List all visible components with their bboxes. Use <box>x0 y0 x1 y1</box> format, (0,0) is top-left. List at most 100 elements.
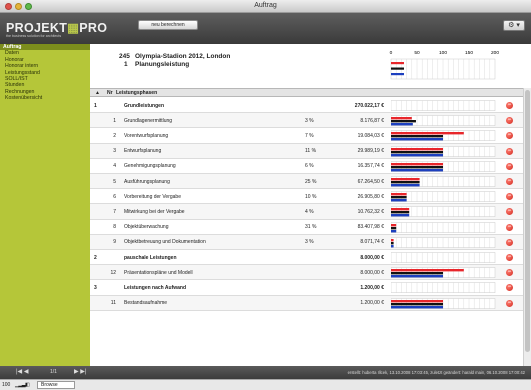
last-record-button[interactable]: ▶ ▶| <box>74 368 86 375</box>
bar-rechnungsanteil <box>391 269 464 272</box>
table-group-row[interactable]: 2 pauschale Leistungen 8.000,00 € − <box>90 250 523 266</box>
row-number: 9 <box>113 239 116 246</box>
delete-row-icon[interactable]: − <box>506 132 513 140</box>
app-logo: PROJEKT▦PRO <box>6 20 107 35</box>
column-header-nr[interactable]: Nr <box>107 90 113 96</box>
bar-leistungsanteil <box>391 229 397 232</box>
bar-rechnungsanteil <box>391 223 397 226</box>
table-header: ▲ Nr Leistungsphasen <box>90 88 531 97</box>
table-group-row[interactable]: 3 Leistungen nach Aufwand 1.200,00 € − <box>90 280 523 296</box>
table-row[interactable]: 4 Genehmigungsplanung 6 % 16.357,74 € − <box>90 159 523 174</box>
column-header-leistungsphasen[interactable]: Leistungsphasen <box>116 90 157 96</box>
row-progress-bars <box>391 191 496 203</box>
row-number: 12 <box>110 269 116 276</box>
bar-kostenanteil <box>391 302 443 305</box>
recalculate-button[interactable]: neu berechnen <box>138 20 198 30</box>
delete-row-icon[interactable]: − <box>506 208 513 216</box>
row-percentage: 3 % <box>305 117 314 124</box>
mode-selector[interactable]: Browse <box>37 381 75 389</box>
project-number: 245 <box>119 53 130 60</box>
table-group-row[interactable]: 1 Grundleistungen 270.022,17 € − <box>90 98 523 114</box>
record-navbar: |◀ ◀ 1/1 ▶ ▶| erstellt: huberta Illcek, … <box>0 366 531 379</box>
delete-row-icon[interactable]: − <box>506 284 513 292</box>
bar-leistungsanteil <box>391 123 413 126</box>
row-amount: 8.176,87 € <box>360 117 384 124</box>
row-progress-bars <box>391 237 496 248</box>
table-row[interactable]: 8 Objektüberwachung 31 % 83.407,98 € − <box>90 220 523 235</box>
first-record-button[interactable]: |◀ ◀ <box>16 368 28 375</box>
row-phase-name: Grundlagenermittlung <box>124 117 173 124</box>
scale-tick-label: 0 <box>390 50 393 56</box>
gear-menu-button[interactable]: ⚙ ▾ <box>503 20 525 31</box>
row-phase-name: Vorbereitung der Vergabe <box>124 193 181 200</box>
row-amount: 16.357,74 € <box>357 163 384 170</box>
table-row[interactable]: 11 Bestandsaufnahme 1.200,00 € − <box>90 295 523 311</box>
bar-leistungsanteil <box>391 244 394 248</box>
delete-row-icon[interactable]: − <box>506 193 513 201</box>
zoom-bar: 100 ▁▂▃◧ Browse <box>0 379 531 390</box>
row-number: 8 <box>113 224 116 231</box>
zoom-controls-icon[interactable]: ▁▂▃◧ <box>15 382 30 388</box>
bar-leistungsanteil <box>391 305 443 308</box>
delete-row-icon[interactable]: − <box>506 178 513 186</box>
legend-bar-leistung <box>391 73 404 76</box>
row-amount: 83.407,98 € <box>357 224 384 231</box>
row-progress-bars <box>391 206 496 218</box>
table-row[interactable]: 3 Entwurfsplanung 11 % 29.989,19 € − <box>90 143 523 159</box>
record-counter: 1/1 <box>50 369 57 375</box>
delete-row-icon[interactable]: − <box>506 269 513 277</box>
row-group-number: 1 <box>94 102 97 109</box>
zoom-level[interactable]: 100 <box>2 382 10 388</box>
vertical-scrollbar[interactable] <box>523 88 531 366</box>
scroll-thumb[interactable] <box>525 90 530 352</box>
row-progress-bars <box>391 221 496 233</box>
table-row[interactable]: 12 Präsentationspläne und Modell 8.000,00 … <box>90 265 523 281</box>
row-number: 7 <box>113 208 116 215</box>
row-percentage: 3 % <box>305 239 314 246</box>
scale-tick-label: 50 <box>414 50 420 56</box>
brand-bar: PROJEKT▦PRO the business solution for ar… <box>0 13 531 44</box>
table-row[interactable]: 1 Grundlagenermittlung 3 % 8.176,87 € − <box>90 113 523 129</box>
main-content: 245 Olympia-Stadion 2012, London 1 Planu… <box>90 44 531 366</box>
delete-row-icon[interactable]: − <box>506 162 513 170</box>
delete-row-icon[interactable]: − <box>506 117 513 125</box>
bar-kostenanteil <box>391 196 407 199</box>
table-row[interactable]: 7 Mitwirkung bei der Vergabe 4 % 10.762,32 … <box>90 204 523 220</box>
bar-rechnungsanteil <box>391 178 420 181</box>
bar-kostenanteil <box>391 165 443 169</box>
row-number: 3 <box>113 148 116 155</box>
bar-leistungsanteil <box>391 184 420 187</box>
row-amount: 26.905,80 € <box>357 193 384 200</box>
bar-rechnungsanteil <box>391 117 412 120</box>
row-progress-bars <box>391 176 496 187</box>
bar-kostenanteil <box>391 241 394 245</box>
table-row[interactable]: 5 Ausführungsplanung 25 % 67.264,50 € − <box>90 174 523 190</box>
row-phase-name: Vorentwurfsplanung <box>124 132 169 139</box>
delete-row-icon[interactable]: − <box>506 147 513 155</box>
legend-scale: 0 50 100 150 200 <box>390 50 499 80</box>
sidebar-item-kostenübersicht[interactable]: Kostenübersicht <box>0 95 90 101</box>
sort-arrow-icon[interactable]: ▲ <box>95 90 100 96</box>
row-phase-name: Bestandsaufnahme <box>124 300 168 307</box>
row-progress-bars <box>391 130 496 142</box>
delete-row-icon[interactable]: − <box>506 223 513 231</box>
row-amount: 10.762,32 € <box>357 208 384 215</box>
table-row[interactable]: 6 Vorbereitung der Vergabe 10 % 26.905,80 €… <box>90 189 523 205</box>
bar-rechnungsanteil <box>391 193 407 196</box>
row-number: 2 <box>113 132 116 139</box>
bar-leistungsanteil <box>391 168 443 172</box>
delete-row-icon[interactable]: − <box>506 254 513 262</box>
row-amount: 19.084,03 € <box>357 132 384 139</box>
table-row[interactable]: 9 Objektbetreuung und Dokumentation 3 % 8.0… <box>90 234 523 250</box>
delete-row-icon[interactable]: − <box>506 102 513 110</box>
row-phase-name: Entwurfsplanung <box>124 148 162 155</box>
table-row[interactable]: 2 Vorentwurfsplanung 7 % 19.084,03 € − <box>90 128 523 144</box>
bar-leistungsanteil <box>391 138 443 141</box>
delete-row-icon[interactable]: − <box>506 299 513 307</box>
scale-tick-label: 100 <box>439 50 447 56</box>
bar-leistungsanteil <box>391 275 443 278</box>
delete-row-icon[interactable]: − <box>506 238 513 246</box>
row-amount: 8.071,74 € <box>360 239 384 246</box>
phase-title: Planungsleistung <box>135 61 190 68</box>
bar-rechnungsanteil <box>391 208 410 211</box>
